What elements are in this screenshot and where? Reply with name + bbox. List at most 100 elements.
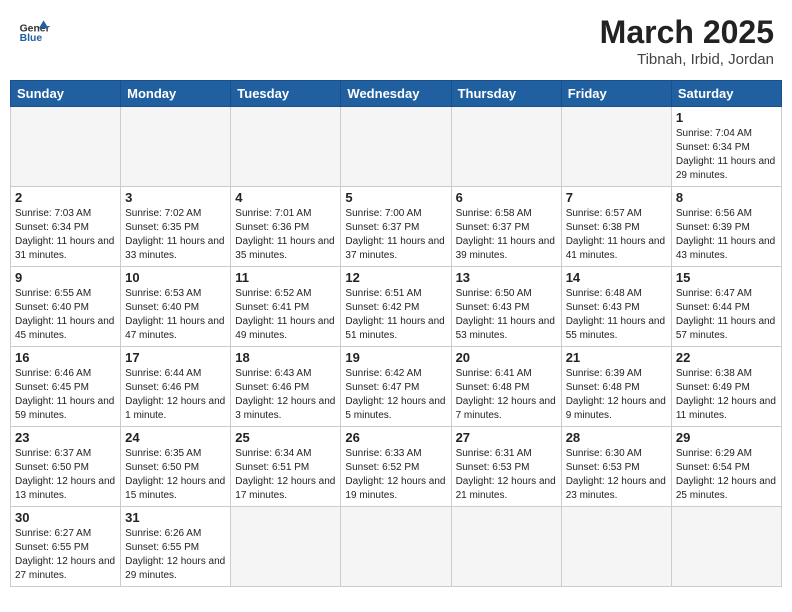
day-number: 28 xyxy=(566,430,667,445)
day-info: Sunrise: 6:39 AM Sunset: 6:48 PM Dayligh… xyxy=(566,367,667,423)
day-info: Sunrise: 7:04 AM Sunset: 6:34 PM Dayligh… xyxy=(676,127,777,183)
day-info: Sunrise: 6:58 AM Sunset: 6:37 PM Dayligh… xyxy=(456,207,557,263)
day-number: 20 xyxy=(456,350,557,365)
day-number: 6 xyxy=(456,190,557,205)
svg-text:Blue: Blue xyxy=(20,33,43,44)
calendar-cell: 10 Sunrise: 6:53 AM Sunset: 6:40 PM Dayli… xyxy=(121,267,231,347)
day-info: Sunrise: 6:42 AM Sunset: 6:47 PM Dayligh… xyxy=(345,367,446,423)
day-info: Sunrise: 6:46 AM Sunset: 6:45 PM Dayligh… xyxy=(15,367,116,423)
calendar-cell: 14Sunrise: 6:48 AM Sunset: 6:43 PM Dayli… xyxy=(561,267,671,347)
calendar-cell: 28 Sunrise: 6:30 AM Sunset: 6:53 PM Dayli… xyxy=(561,427,671,507)
day-info: Sunrise: 6:56 AM Sunset: 6:39 PM Dayligh… xyxy=(676,207,777,263)
day-info: Sunrise: 6:26 AM Sunset: 6:55 PM Dayligh… xyxy=(125,527,226,583)
day-number: 15 xyxy=(676,270,777,285)
month-title: March 2025 xyxy=(600,14,774,51)
day-number: 18 xyxy=(235,350,336,365)
day-number: 5 xyxy=(345,190,446,205)
day-info: Sunrise: 7:01 AM Sunset: 6:36 PM Dayligh… xyxy=(235,207,336,263)
day-number: 30 xyxy=(15,510,116,525)
location-title: Tibnah, Irbid, Jordan xyxy=(600,51,774,68)
calendar-cell: 27Sunrise: 6:31 AM Sunset: 6:53 PM Dayli… xyxy=(451,427,561,507)
day-number: 8 xyxy=(676,190,777,205)
day-header-thursday: Thursday xyxy=(451,81,561,107)
day-info: Sunrise: 6:30 AM Sunset: 6:53 PM Dayligh… xyxy=(566,447,667,503)
day-info: Sunrise: 6:52 AM Sunset: 6:41 PM Dayligh… xyxy=(235,287,336,343)
day-info: Sunrise: 6:35 AM Sunset: 6:50 PM Dayligh… xyxy=(125,447,226,503)
calendar-week-3: 16 Sunrise: 6:46 AM Sunset: 6:45 PM Dayli… xyxy=(11,347,782,427)
day-info: Sunrise: 6:55 AM Sunset: 6:40 PM Dayligh… xyxy=(15,287,116,343)
day-number: 22 xyxy=(676,350,777,365)
title-block: March 2025 Tibnah, Irbid, Jordan xyxy=(600,14,774,68)
day-number: 19 xyxy=(345,350,446,365)
calendar-cell: 19 Sunrise: 6:42 AM Sunset: 6:47 PM Dayli… xyxy=(341,347,451,427)
calendar-cell: 6 Sunrise: 6:58 AM Sunset: 6:37 PM Daylig… xyxy=(451,187,561,267)
day-header-saturday: Saturday xyxy=(671,81,781,107)
day-number: 25 xyxy=(235,430,336,445)
calendar-cell xyxy=(671,507,781,587)
day-info: Sunrise: 6:27 AM Sunset: 6:55 PM Dayligh… xyxy=(15,527,116,583)
day-info: Sunrise: 6:34 AM Sunset: 6:51 PM Dayligh… xyxy=(235,447,336,503)
calendar-cell: 3Sunrise: 7:02 AM Sunset: 6:35 PM Daylig… xyxy=(121,187,231,267)
day-number: 24 xyxy=(125,430,226,445)
day-number: 26 xyxy=(345,430,446,445)
calendar-cell xyxy=(561,507,671,587)
calendar-week-0: 1 Sunrise: 7:04 AM Sunset: 6:34 PM Daylig… xyxy=(11,107,782,187)
calendar-cell: 21 Sunrise: 6:39 AM Sunset: 6:48 PM Dayli… xyxy=(561,347,671,427)
calendar-cell: 16 Sunrise: 6:46 AM Sunset: 6:45 PM Dayli… xyxy=(11,347,121,427)
calendar-cell xyxy=(231,507,341,587)
day-info: Sunrise: 6:38 AM Sunset: 6:49 PM Dayligh… xyxy=(676,367,777,423)
calendar-week-2: 9Sunrise: 6:55 AM Sunset: 6:40 PM Daylig… xyxy=(11,267,782,347)
day-info: Sunrise: 6:53 AM Sunset: 6:40 PM Dayligh… xyxy=(125,287,226,343)
calendar-cell: 30 Sunrise: 6:27 AM Sunset: 6:55 PM Dayli… xyxy=(11,507,121,587)
day-number: 31 xyxy=(125,510,226,525)
calendar-cell xyxy=(11,107,121,187)
calendar-cell: 20 Sunrise: 6:41 AM Sunset: 6:48 PM Dayli… xyxy=(451,347,561,427)
day-header-wednesday: Wednesday xyxy=(341,81,451,107)
day-number: 16 xyxy=(15,350,116,365)
calendar-cell: 29Sunrise: 6:29 AM Sunset: 6:54 PM Dayli… xyxy=(671,427,781,507)
day-info: Sunrise: 6:51 AM Sunset: 6:42 PM Dayligh… xyxy=(345,287,446,343)
day-number: 1 xyxy=(676,110,777,125)
day-info: Sunrise: 6:37 AM Sunset: 6:50 PM Dayligh… xyxy=(15,447,116,503)
day-info: Sunrise: 6:47 AM Sunset: 6:44 PM Dayligh… xyxy=(676,287,777,343)
day-info: Sunrise: 6:41 AM Sunset: 6:48 PM Dayligh… xyxy=(456,367,557,423)
day-number: 2 xyxy=(15,190,116,205)
day-number: 12 xyxy=(345,270,446,285)
calendar-cell: 9Sunrise: 6:55 AM Sunset: 6:40 PM Daylig… xyxy=(11,267,121,347)
calendar-week-4: 23 Sunrise: 6:37 AM Sunset: 6:50 PM Dayli… xyxy=(11,427,782,507)
calendar-cell: 12 Sunrise: 6:51 AM Sunset: 6:42 PM Dayli… xyxy=(341,267,451,347)
calendar-cell xyxy=(341,107,451,187)
calendar-cell: 22 Sunrise: 6:38 AM Sunset: 6:49 PM Dayli… xyxy=(671,347,781,427)
day-info: Sunrise: 7:00 AM Sunset: 6:37 PM Dayligh… xyxy=(345,207,446,263)
day-number: 17 xyxy=(125,350,226,365)
calendar-cell: 13Sunrise: 6:50 AM Sunset: 6:43 PM Dayli… xyxy=(451,267,561,347)
calendar-week-1: 2Sunrise: 7:03 AM Sunset: 6:34 PM Daylig… xyxy=(11,187,782,267)
calendar-cell xyxy=(121,107,231,187)
calendar-table: SundayMondayTuesdayWednesdayThursdayFrid… xyxy=(10,80,782,587)
day-number: 29 xyxy=(676,430,777,445)
day-number: 21 xyxy=(566,350,667,365)
logo-icon: General Blue xyxy=(18,14,50,46)
calendar-cell xyxy=(341,507,451,587)
day-header-monday: Monday xyxy=(121,81,231,107)
calendar-cell xyxy=(231,107,341,187)
day-info: Sunrise: 7:02 AM Sunset: 6:35 PM Dayligh… xyxy=(125,207,226,263)
day-info: Sunrise: 6:48 AM Sunset: 6:43 PM Dayligh… xyxy=(566,287,667,343)
calendar-cell: 5 Sunrise: 7:00 AM Sunset: 6:37 PM Daylig… xyxy=(341,187,451,267)
day-info: Sunrise: 6:33 AM Sunset: 6:52 PM Dayligh… xyxy=(345,447,446,503)
day-info: Sunrise: 6:44 AM Sunset: 6:46 PM Dayligh… xyxy=(125,367,226,423)
calendar-cell: 8 Sunrise: 6:56 AM Sunset: 6:39 PM Daylig… xyxy=(671,187,781,267)
days-header-row: SundayMondayTuesdayWednesdayThursdayFrid… xyxy=(11,81,782,107)
calendar-cell: 26 Sunrise: 6:33 AM Sunset: 6:52 PM Dayli… xyxy=(341,427,451,507)
day-number: 23 xyxy=(15,430,116,445)
day-number: 27 xyxy=(456,430,557,445)
calendar-cell xyxy=(561,107,671,187)
calendar-cell: 1 Sunrise: 7:04 AM Sunset: 6:34 PM Daylig… xyxy=(671,107,781,187)
calendar-cell: 2Sunrise: 7:03 AM Sunset: 6:34 PM Daylig… xyxy=(11,187,121,267)
day-number: 4 xyxy=(235,190,336,205)
calendar-cell: 31 Sunrise: 6:26 AM Sunset: 6:55 PM Dayli… xyxy=(121,507,231,587)
day-info: Sunrise: 6:50 AM Sunset: 6:43 PM Dayligh… xyxy=(456,287,557,343)
day-number: 10 xyxy=(125,270,226,285)
day-header-sunday: Sunday xyxy=(11,81,121,107)
logo: General Blue xyxy=(18,14,50,46)
